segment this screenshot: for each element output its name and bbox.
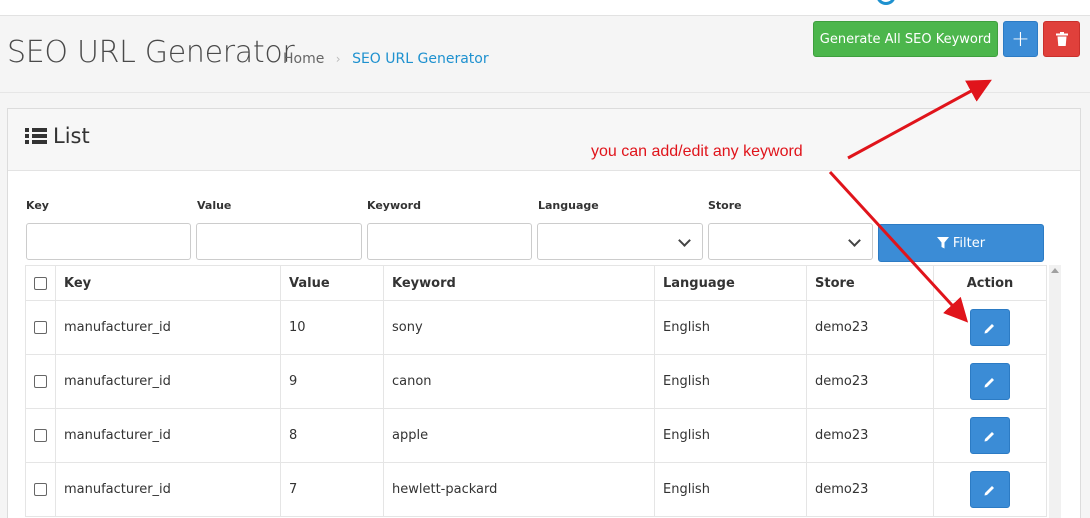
cell-key: manufacturer_id bbox=[55, 462, 281, 517]
plus-icon: + bbox=[1011, 26, 1030, 52]
panel-title: List bbox=[25, 124, 90, 148]
filter-language-label: Language bbox=[538, 199, 599, 212]
panel-heading: List bbox=[8, 109, 1080, 171]
cell-store: demo23 bbox=[806, 408, 934, 463]
filter-store-select[interactable] bbox=[708, 223, 873, 260]
column-header-language[interactable]: Language bbox=[654, 265, 807, 301]
cell-key: manufacturer_id bbox=[55, 300, 281, 355]
column-header-action: Action bbox=[933, 265, 1047, 301]
row-select-cell bbox=[25, 462, 56, 517]
row-select-cell bbox=[25, 354, 56, 409]
cell-value: 9 bbox=[280, 354, 384, 409]
column-header-store[interactable]: Store bbox=[806, 265, 934, 301]
cell-value: 7 bbox=[280, 462, 384, 517]
cell-language: English bbox=[654, 462, 807, 517]
cell-store: demo23 bbox=[806, 462, 934, 517]
navbar-partial-icon bbox=[876, 0, 896, 5]
vertical-scrollbar[interactable] bbox=[1049, 265, 1061, 518]
page-title: SEO URL Generator bbox=[7, 35, 295, 70]
annotation-text: you can add/edit any keyword bbox=[591, 143, 803, 160]
cell-language: English bbox=[654, 300, 807, 355]
edit-button[interactable] bbox=[970, 309, 1010, 346]
scroll-up-arrow-icon[interactable] bbox=[1051, 268, 1059, 273]
cell-key: manufacturer_id bbox=[55, 408, 281, 463]
select-all-checkbox[interactable] bbox=[34, 276, 47, 290]
pencil-icon bbox=[984, 431, 994, 441]
row-action-cell bbox=[933, 408, 1047, 463]
delete-button[interactable] bbox=[1043, 21, 1080, 57]
row-select-cell bbox=[25, 300, 56, 355]
generate-all-seo-keyword-button[interactable]: Generate All SEO Keyword bbox=[813, 21, 998, 57]
cell-keyword: hewlett-packard bbox=[383, 462, 655, 517]
table-header-row: Key Value Keyword Language Store Action bbox=[25, 265, 1047, 301]
cell-keyword: canon bbox=[383, 354, 655, 409]
cell-value: 10 bbox=[280, 300, 384, 355]
cell-keyword: apple bbox=[383, 408, 655, 463]
row-checkbox[interactable] bbox=[34, 375, 47, 388]
breadcrumb-separator: › bbox=[335, 52, 341, 66]
cell-keyword: sony bbox=[383, 300, 655, 355]
chevron-down-icon bbox=[848, 234, 861, 247]
breadcrumb-current-link[interactable]: SEO URL Generator bbox=[352, 51, 489, 67]
column-header-keyword[interactable]: Keyword bbox=[383, 265, 655, 301]
cell-store: demo23 bbox=[806, 300, 934, 355]
cell-value: 8 bbox=[280, 408, 384, 463]
row-action-cell bbox=[933, 300, 1047, 355]
filter-language-select[interactable] bbox=[537, 223, 703, 260]
edit-button[interactable] bbox=[970, 417, 1010, 454]
panel-title-label: List bbox=[53, 124, 90, 148]
chevron-down-icon bbox=[678, 234, 691, 247]
filter-button-label: Filter bbox=[952, 235, 986, 251]
pencil-icon bbox=[984, 323, 994, 333]
table-row: manufacturer_id 9 canon English demo23 bbox=[25, 354, 1047, 409]
filter-value-label: Value bbox=[197, 199, 232, 212]
top-navbar bbox=[0, 0, 1090, 16]
edit-button[interactable] bbox=[970, 471, 1010, 508]
filter-button[interactable]: Filter bbox=[878, 224, 1044, 262]
breadcrumb-home-link[interactable]: Home bbox=[283, 51, 324, 67]
page-header: SEO URL Generator Home › SEO URL Generat… bbox=[0, 16, 1090, 93]
pencil-icon bbox=[984, 485, 994, 495]
filter-store-label: Store bbox=[708, 199, 742, 212]
breadcrumb: Home › SEO URL Generator bbox=[283, 51, 489, 67]
filter-key-label: Key bbox=[26, 199, 49, 212]
row-action-cell bbox=[933, 354, 1047, 409]
column-header-value[interactable]: Value bbox=[280, 265, 384, 301]
filter-value-input[interactable] bbox=[196, 223, 362, 260]
cell-store: demo23 bbox=[806, 354, 934, 409]
cell-language: English bbox=[654, 354, 807, 409]
cell-key: manufacturer_id bbox=[55, 354, 281, 409]
row-checkbox[interactable] bbox=[34, 483, 47, 496]
select-all-cell bbox=[25, 265, 56, 301]
filter-key-input[interactable] bbox=[26, 223, 191, 260]
seo-url-table: Key Value Keyword Language Store Action … bbox=[25, 265, 1047, 517]
edit-button[interactable] bbox=[970, 363, 1010, 400]
trash-icon bbox=[1055, 32, 1068, 46]
column-header-key[interactable]: Key bbox=[55, 265, 281, 301]
row-action-cell bbox=[933, 462, 1047, 517]
add-keyword-button[interactable]: + bbox=[1003, 21, 1038, 57]
table-row: manufacturer_id 7 hewlett-packard English de… bbox=[25, 462, 1047, 517]
table-row: manufacturer_id 10 sony English demo23 bbox=[25, 300, 1047, 355]
row-checkbox[interactable] bbox=[34, 321, 47, 334]
list-icon bbox=[25, 127, 47, 145]
filter-keyword-input[interactable] bbox=[367, 223, 532, 260]
cell-language: English bbox=[654, 408, 807, 463]
table-row: manufacturer_id 8 apple English demo23 bbox=[25, 408, 1047, 463]
row-checkbox[interactable] bbox=[34, 429, 47, 442]
filter-icon bbox=[936, 237, 949, 249]
pencil-icon bbox=[984, 377, 994, 387]
row-select-cell bbox=[25, 408, 56, 463]
filter-keyword-label: Keyword bbox=[367, 199, 421, 212]
